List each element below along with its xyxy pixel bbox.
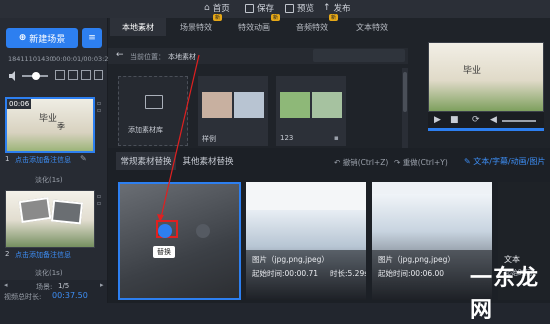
annotation-arrow — [157, 54, 200, 223]
